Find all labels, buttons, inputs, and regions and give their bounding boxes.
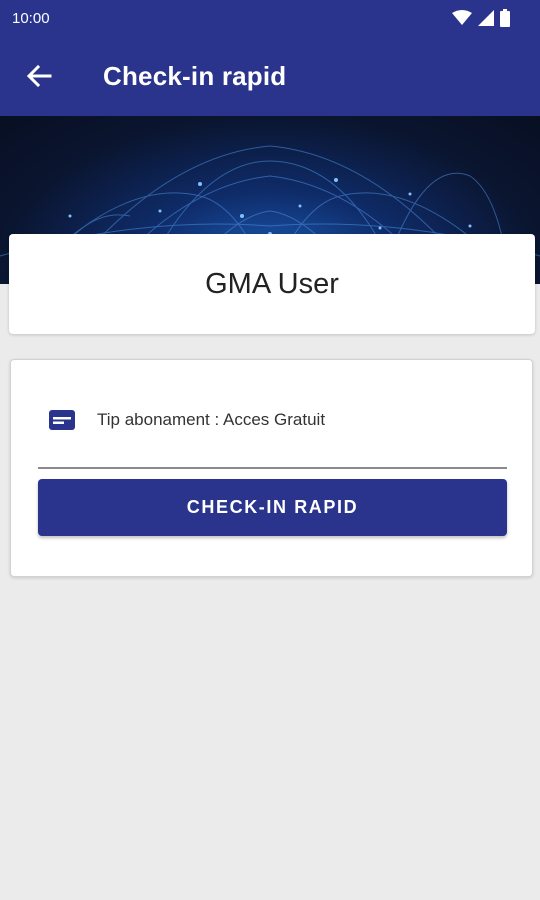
user-card: GMA User [9,234,535,334]
signal-icon [478,10,494,26]
status-icons [452,9,510,27]
card-icon [49,410,75,430]
app-bar: Check-in rapid [0,36,540,116]
status-bar: 10:00 [0,0,540,36]
arrow-back-icon [26,64,52,88]
battery-icon [500,9,510,27]
divider [38,467,507,469]
status-time: 10:00 [12,9,50,27]
user-name: GMA User [205,267,339,300]
wifi-icon [452,10,472,25]
subscription-type-text: Tip abonament : Acces Gratuit [97,410,326,429]
subscription-card: Tip abonament : Acces Gratuit CHECK-IN R… [10,359,533,577]
back-button[interactable] [11,48,67,104]
page-title: Check-in rapid [103,60,287,91]
checkin-rapid-button[interactable]: CHECK-IN RAPID [38,479,507,536]
subscription-type-row: Tip abonament : Acces Gratuit [49,410,325,430]
